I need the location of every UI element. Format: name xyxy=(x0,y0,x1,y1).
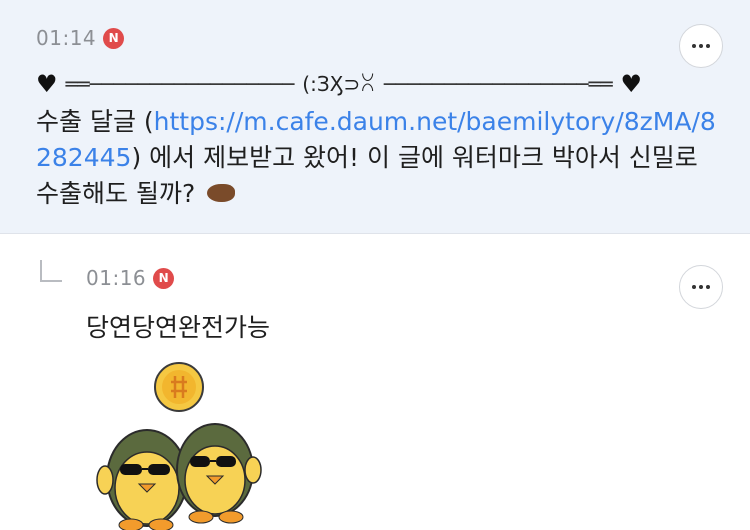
new-badge: N xyxy=(103,27,125,49)
comment-post: 01:14 N ♥ ══───────────────── (:ЗӼ⊃ꇤ ───… xyxy=(0,0,750,234)
reply-more-button[interactable] xyxy=(679,265,723,309)
post-text: 수출 달글 (https://m.cafe.daum.net/baemilyto… xyxy=(36,104,716,212)
reply-time: 01:16 xyxy=(86,266,147,290)
black-heart-icon: ♥ xyxy=(620,70,643,98)
penguin-left-icon xyxy=(96,429,188,530)
penguin-sticker xyxy=(96,362,262,530)
penguin-right-icon xyxy=(176,423,262,524)
post-text-before-link: 수출 달글 ( xyxy=(36,107,154,136)
post-time: 01:14 xyxy=(36,26,97,50)
more-horizontal-icon xyxy=(692,44,710,48)
deco-center-face: (:ЗӼ⊃ꇤ xyxy=(302,72,376,96)
post-content: ♥ ══───────────────── (:ЗӼ⊃ꇤ ───────────… xyxy=(36,66,716,212)
post-text-after-link: ) 에서 제보받고 왔어! 이 글에 워터마크 박아서 신밀로 수출해도 될까? xyxy=(36,143,698,208)
reply-text: 당연당연완전가능 xyxy=(86,313,271,342)
post-meta: 01:14 N xyxy=(36,26,125,50)
reply-arrow-icon xyxy=(40,260,62,282)
post-more-button[interactable] xyxy=(679,24,723,68)
more-horizontal-icon xyxy=(692,285,710,289)
reply-meta: 01:16 N xyxy=(86,266,175,290)
black-heart-icon: ♥ xyxy=(36,70,58,98)
coin-icon xyxy=(154,362,204,412)
deco-left-line: ══───────────────── xyxy=(65,72,295,96)
deco-right-line: ─────────────────══ xyxy=(383,72,613,96)
decorative-line: ♥ ══───────────────── (:ЗӼ⊃ꇤ ───────────… xyxy=(36,66,716,102)
otter-emoji-icon xyxy=(207,184,236,202)
new-badge: N xyxy=(153,267,175,289)
